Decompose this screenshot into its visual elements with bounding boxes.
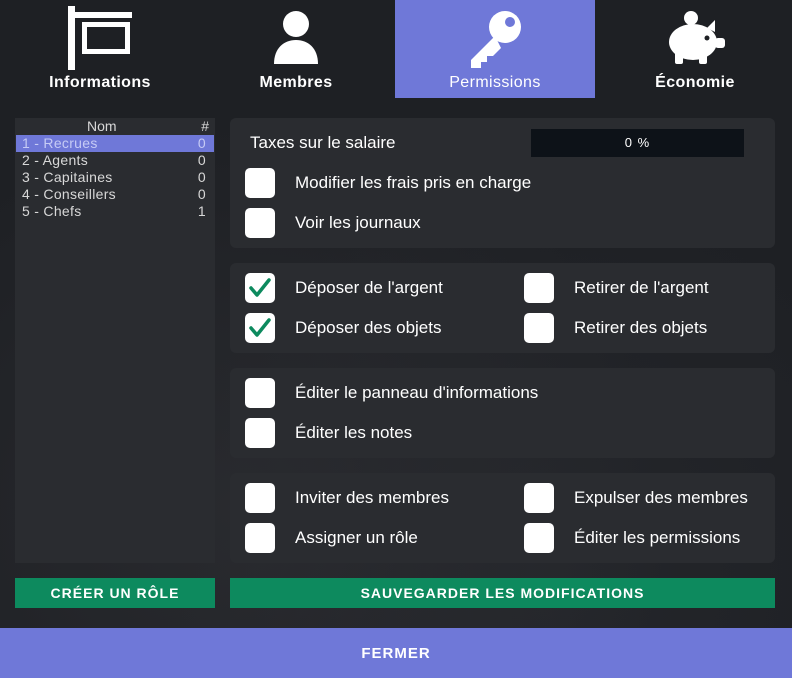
permission-label: Déposer de l'argent (295, 278, 443, 297)
checkbox[interactable] (524, 273, 554, 303)
panel-info: Éditer le panneau d'informations Éditer … (230, 368, 775, 458)
tab-label: Membres (259, 74, 333, 91)
permission-deposer-objets[interactable]: Déposer des objets (245, 312, 441, 344)
checkbox[interactable] (245, 523, 275, 553)
checkbox[interactable] (524, 523, 554, 553)
roles-list-header: Nom # (15, 118, 215, 135)
tab-label: Économie (655, 74, 735, 91)
key-icon (471, 11, 521, 68)
role-row[interactable]: 3 - Capitaines 0 (16, 169, 214, 186)
panel-money: Déposer de l'argent Retirer de l'argent … (230, 263, 775, 353)
permission-editer-notes[interactable]: Éditer les notes (245, 417, 412, 449)
role-name: 4 - Conseillers (22, 186, 116, 202)
role-count: 0 (197, 135, 206, 151)
checkbox[interactable] (245, 418, 275, 448)
tab-informations[interactable]: Informations (0, 0, 200, 98)
user-icon (274, 11, 318, 64)
role-row[interactable]: 5 - Chefs 1 (16, 203, 214, 220)
permission-voir-journaux[interactable]: Voir les journaux (245, 207, 421, 239)
tab-label: Informations (49, 74, 151, 91)
permission-retirer-objets[interactable]: Retirer des objets (524, 312, 707, 344)
permission-label: Retirer de l'argent (574, 278, 709, 297)
checkmark-icon (249, 278, 271, 297)
checkmark-icon (249, 318, 271, 337)
tab-membres[interactable]: Membres (196, 0, 396, 98)
role-count: 0 (197, 152, 206, 168)
permission-inviter-membres[interactable]: Inviter des membres (245, 482, 449, 514)
panel-members: Inviter des membres Expulser des membres… (230, 473, 775, 563)
tax-label: Taxes sur le salaire (250, 133, 396, 152)
tax-value: 0 % (624, 135, 651, 150)
permission-editer-permissions[interactable]: Éditer les permissions (524, 522, 740, 554)
tab-economie[interactable]: Économie (595, 0, 792, 98)
permission-retirer-argent[interactable]: Retirer de l'argent (524, 272, 709, 304)
column-header-name: Nom (87, 118, 117, 134)
role-name: 1 - Recrues (22, 135, 98, 151)
checkbox[interactable] (245, 273, 275, 303)
checkbox[interactable] (245, 313, 275, 343)
role-count: 0 (197, 186, 206, 202)
role-count: 1 (197, 203, 206, 219)
role-count: 0 (197, 169, 206, 185)
close-button[interactable]: FERMER (0, 628, 792, 678)
permission-label: Voir les journaux (295, 213, 421, 232)
permission-label: Expulser des membres (574, 488, 748, 507)
role-name: 3 - Capitaines (22, 169, 113, 185)
role-name: 2 - Agents (22, 152, 89, 168)
create-role-button[interactable]: CRÉER UN RÔLE (15, 578, 215, 608)
save-changes-button[interactable]: SAUVEGARDER LES MODIFICATIONS (230, 578, 775, 608)
checkbox[interactable] (245, 168, 275, 198)
tab-permissions[interactable]: Permissions (395, 0, 595, 98)
permission-modifier-frais[interactable]: Modifier les frais pris en charge (245, 167, 531, 199)
roles-list: Nom # 1 - Recrues 0 2 - Agents 0 3 - Cap… (15, 118, 215, 563)
role-row[interactable]: 1 - Recrues 0 (16, 135, 214, 152)
checkbox[interactable] (245, 378, 275, 408)
role-row[interactable]: 4 - Conseillers 0 (16, 186, 214, 203)
checkbox[interactable] (524, 313, 554, 343)
permission-expulser-membres[interactable]: Expulser des membres (524, 482, 748, 514)
permission-assigner-role[interactable]: Assigner un rôle (245, 522, 418, 554)
permission-label: Éditer les notes (295, 423, 413, 442)
permission-label: Assigner un rôle (295, 528, 418, 547)
checkbox[interactable] (245, 208, 275, 238)
tab-label: Permissions (449, 74, 541, 91)
permission-label: Retirer des objets (574, 318, 708, 337)
permission-editer-panneau[interactable]: Éditer le panneau d'informations (245, 377, 538, 409)
role-row[interactable]: 2 - Agents 0 (16, 152, 214, 169)
panel-salary: Taxes sur le salaire 0 % Modifier les fr… (230, 118, 775, 248)
permission-label: Éditer les permissions (574, 528, 741, 547)
permission-label: Inviter des membres (295, 488, 449, 507)
checkbox[interactable] (524, 483, 554, 513)
permission-label: Déposer des objets (295, 318, 442, 337)
permission-label: Éditer le panneau d'informations (295, 383, 539, 402)
tax-slider[interactable]: 0 % (531, 129, 744, 157)
piggy-bank-icon (669, 11, 725, 64)
permission-deposer-argent[interactable]: Déposer de l'argent (245, 272, 443, 304)
column-header-count: # (201, 118, 209, 134)
sign-post-icon (68, 6, 132, 70)
role-name: 5 - Chefs (22, 203, 82, 219)
checkbox[interactable] (245, 483, 275, 513)
permission-label: Modifier les frais pris en charge (295, 173, 532, 192)
